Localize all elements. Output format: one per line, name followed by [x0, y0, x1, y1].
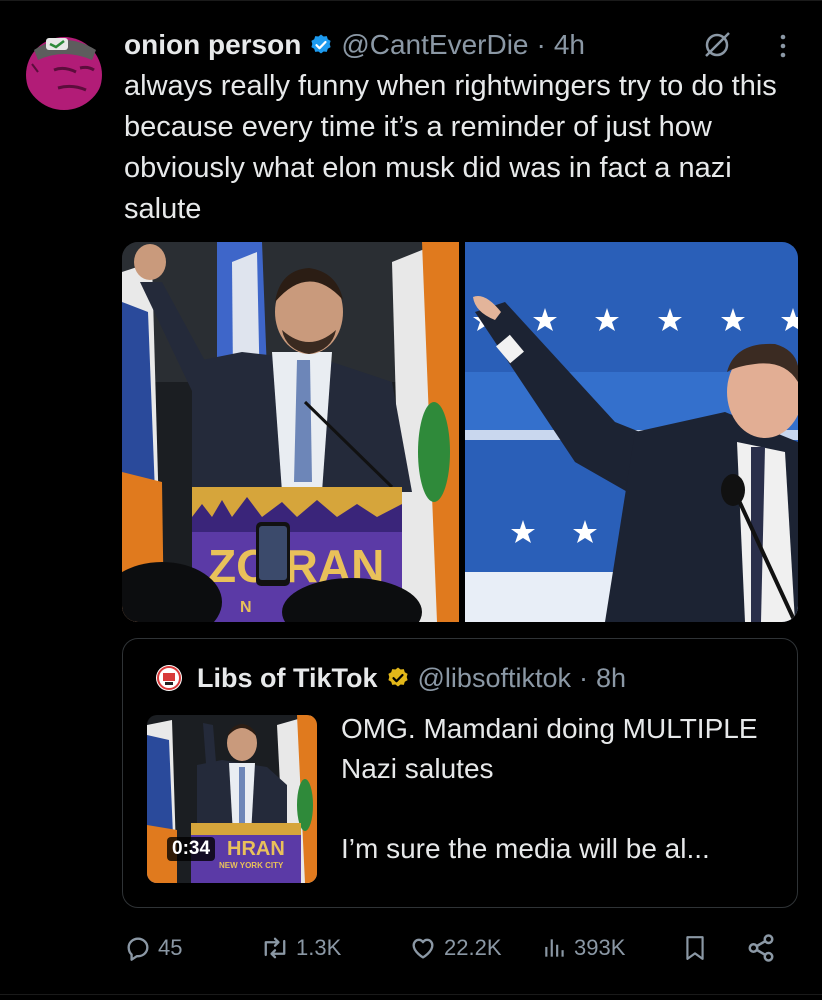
quoted-header: Libs of TikTok @libsoftiktok · 8h — [155, 661, 626, 695]
quoted-timestamp[interactable]: 8h — [596, 663, 626, 694]
quoted-text-line1: OMG. Mamdani doing MULTIPLE Nazi salutes — [341, 713, 758, 784]
post-media[interactable]: ZO RAN N — [122, 242, 798, 622]
more-icon[interactable] — [770, 32, 796, 60]
views-button[interactable]: 393K — [542, 928, 625, 968]
reply-count: 45 — [158, 935, 183, 960]
timestamp[interactable]: 4h — [554, 29, 585, 61]
bottom-divider — [0, 994, 822, 995]
quoted-text-line2: I’m sure the media will be al... — [341, 833, 710, 864]
avatar[interactable] — [24, 30, 104, 110]
post-text: always really funny when rightwingers tr… — [124, 70, 777, 225]
share-button[interactable] — [746, 928, 782, 968]
reply-button[interactable]: 45 — [124, 928, 182, 968]
gold-verified-icon — [387, 667, 408, 687]
photo-man-at-podium[interactable]: ZO RAN N — [122, 242, 459, 622]
top-divider — [0, 0, 822, 1]
like-button[interactable]: 22.2K — [408, 928, 502, 968]
podium-subtext: N — [240, 599, 252, 616]
verified-badge-icon — [311, 34, 331, 54]
thumb-podium-text: HRAN — [227, 838, 285, 860]
reply-icon — [127, 937, 149, 961]
repost-icon — [264, 937, 286, 959]
like-icon — [412, 938, 434, 959]
thumb-podium-subtext: NEW YORK CITY — [219, 861, 284, 870]
share-icon — [748, 934, 774, 962]
handle[interactable]: @CantEverDie — [341, 29, 528, 61]
repost-count: 1.3K — [296, 935, 342, 960]
views-count: 393K — [574, 935, 626, 960]
avatar-onion-icon — [24, 30, 104, 110]
edited-icon[interactable] — [702, 30, 732, 60]
separator: · — [536, 29, 546, 60]
video-duration-badge: 0:34 — [167, 837, 216, 861]
bookmark-button[interactable] — [682, 928, 714, 968]
quoted-handle[interactable]: @libsoftiktok — [418, 663, 571, 694]
quoted-display-name[interactable]: Libs of TikTok — [197, 663, 378, 694]
views-icon — [545, 939, 564, 957]
libs-of-tiktok-avatar-icon[interactable] — [155, 664, 183, 692]
display-name[interactable]: onion person — [124, 29, 301, 61]
repost-button[interactable]: 1.3K — [260, 928, 341, 968]
quoted-post[interactable]: Libs of TikTok @libsoftiktok · 8h HRAN N… — [122, 638, 798, 908]
quoted-text: OMG. Mamdani doing MULTIPLE Nazi salutes… — [341, 709, 781, 869]
bookmark-icon — [686, 936, 704, 960]
action-bar: 45 1.3K 22.2K 393K — [124, 928, 800, 968]
like-count: 22.2K — [444, 935, 502, 960]
post-header: onion person @CantEverDie · 4h — [124, 28, 585, 62]
quoted-separator: · — [578, 662, 588, 693]
photo-elon-musk-salute[interactable] — [465, 242, 798, 622]
